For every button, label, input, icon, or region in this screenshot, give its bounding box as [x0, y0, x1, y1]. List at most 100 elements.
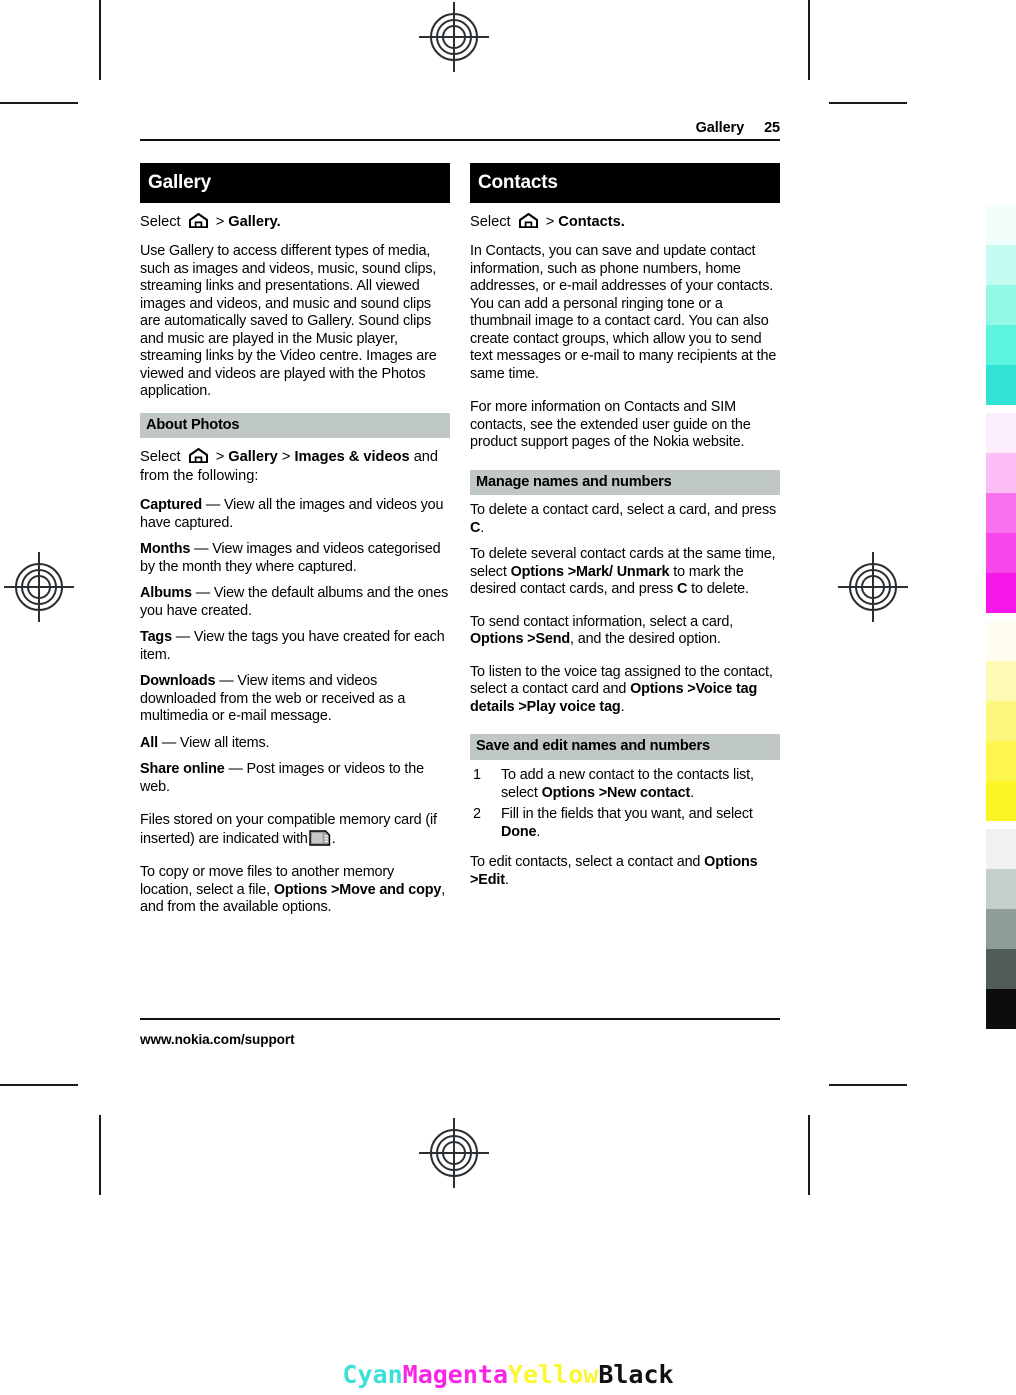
definition-dash: — — [228, 761, 243, 778]
chapter-heading-gallery: Gallery — [140, 163, 450, 203]
color-swatch-black-1 — [986, 829, 1016, 869]
mark-unmark-label: Mark/ Unmark — [576, 563, 670, 580]
about-photos-path: Select > Gallery > Images & videos and f… — [140, 448, 450, 485]
step-number: 2 — [473, 806, 481, 823]
step-number: 1 — [473, 767, 481, 784]
color-swatch-yellow-4 — [986, 741, 1016, 781]
crop-mark-bottom-left-vertical — [99, 1115, 101, 1195]
color-swatch-cyan-2 — [986, 245, 1016, 285]
page-number: 25 — [764, 120, 780, 136]
path-separator-2: > — [281, 449, 291, 466]
select-target-gallery: Gallery. — [228, 214, 281, 230]
photos-view-definitions: Captured — View all the images and video… — [140, 497, 450, 796]
crop-mark-top-right-vertical — [808, 0, 810, 80]
contacts-more-info: For more information on Contacts and SIM… — [470, 399, 751, 451]
color-swatch-black-5 — [986, 989, 1016, 1029]
color-strip-yellow — [986, 621, 1016, 821]
contacts-select-path: Select > Contacts. — [470, 213, 780, 231]
select-label: Select — [140, 214, 181, 230]
options-menu-label: Options — [630, 681, 684, 698]
definition-item: Months — View images and videos categori… — [140, 541, 450, 576]
home-icon — [188, 213, 209, 228]
definition-dash: — — [205, 497, 221, 514]
edit-text-d: . — [504, 871, 509, 888]
list-item: 1 To add a new contact to the contacts l… — [470, 767, 780, 802]
definition-term: Albums — [140, 585, 192, 602]
definition-text: View all items. — [179, 734, 270, 751]
select-label: Select — [140, 449, 181, 466]
save-edit-steps: 1 To add a new contact to the contacts l… — [470, 767, 780, 841]
select-label: Select — [470, 214, 511, 230]
color-swatch-magenta-3 — [986, 493, 1016, 533]
send-text-a: To send contact information, select a ca… — [470, 613, 734, 630]
options-menu-label: Options — [273, 881, 328, 898]
list-item: 2 Fill in the fields that you want, and … — [470, 806, 780, 841]
new-contact-label: New contact — [607, 784, 691, 801]
options-menu-label: Options — [541, 784, 595, 801]
play-voice-tag-label: Play voice tag — [526, 698, 621, 715]
color-swatch-cyan-5 — [986, 365, 1016, 405]
section-heading-save-edit-names: Save and edit names and numbers — [470, 734, 780, 761]
path-separator-2: > — [518, 698, 527, 715]
home-icon — [518, 213, 539, 228]
done-label: Done — [501, 823, 537, 840]
edit-contacts-note: To edit contacts, select a contact and O… — [470, 854, 780, 889]
color-swatch-yellow-5 — [986, 781, 1016, 821]
move-and-copy-label: Move and copy — [339, 881, 442, 898]
memory-card-note-period: . — [331, 830, 336, 847]
definition-dash: — — [175, 629, 191, 646]
cmyk-label-cyan: Cyan — [342, 1360, 403, 1389]
cmyk-legend: CyanMagentaYellowBlack — [0, 1360, 1016, 1389]
color-swatch-magenta-5 — [986, 573, 1016, 613]
memory-card-icon — [309, 830, 331, 846]
color-strip-black — [986, 829, 1016, 1029]
definition-dash: — — [195, 585, 210, 602]
crop-mark-top-right-horizontal — [829, 102, 907, 104]
color-swatch-black-3 — [986, 909, 1016, 949]
color-swatch-black-2 — [986, 869, 1016, 909]
options-menu-label: Options — [510, 563, 564, 580]
section-heading-manage-names: Manage names and numbers — [470, 469, 780, 496]
contacts-intro-paragraph: In Contacts, you can save and update con… — [470, 243, 777, 382]
crop-mark-bottom-right-vertical — [808, 1115, 810, 1195]
definition-item: Captured — View all the images and video… — [140, 497, 450, 532]
definition-term: Downloads — [140, 673, 216, 690]
path-separator: > — [598, 784, 607, 801]
edit-text-a: To edit contacts, select a contact and — [470, 854, 701, 871]
options-menu-label: Options — [470, 631, 524, 648]
cmyk-label-yellow: Yellow — [508, 1360, 599, 1389]
header-divider — [140, 139, 780, 141]
path-part-images-videos: Images & videos — [294, 449, 410, 466]
registration-mark-top — [419, 2, 489, 72]
color-swatch-cyan-1 — [986, 205, 1016, 245]
delete-contact-note: To delete a contact card, select a card,… — [470, 502, 780, 537]
delete-several-note: To delete several contact cards at the s… — [470, 546, 780, 599]
definition-item: All — View all items. — [140, 735, 450, 753]
voice-tag-note: To listen to the voice tag assigned to t… — [470, 664, 780, 717]
page-header-title: Gallery — [695, 120, 745, 136]
path-separator: > — [545, 214, 555, 230]
definition-term: Captured — [140, 497, 202, 514]
gallery-intro-paragraph: Use Gallery to access different types of… — [140, 243, 437, 400]
color-swatch-magenta-1 — [986, 413, 1016, 453]
move-copy-note: To copy or move files to another memory … — [140, 864, 450, 917]
section-heading-about-photos: About Photos — [140, 412, 450, 439]
page-header: Gallery 25 — [140, 120, 781, 139]
color-swatch-black-4 — [986, 949, 1016, 989]
send-text-d: , and the desired option. — [570, 631, 721, 648]
path-part-gallery: Gallery — [228, 449, 278, 466]
color-swatch-cyan-4 — [986, 325, 1016, 365]
path-separator: > — [567, 563, 576, 580]
delete-text-a: To delete a contact card, select a card,… — [470, 502, 777, 519]
home-icon — [188, 448, 209, 464]
definition-term: Months — [140, 541, 191, 558]
definition-term: All — [140, 734, 158, 751]
definition-item: Share online — Post images or videos to … — [140, 761, 450, 796]
left-column: Gallery Select > Gallery. Use Gallery to… — [140, 163, 450, 929]
definition-item: Tags — View the tags you have created fo… — [140, 629, 450, 664]
edit-label: Edit — [478, 871, 505, 888]
select-target-contacts: Contacts. — [558, 214, 625, 230]
crop-mark-bottom-left-horizontal — [0, 1084, 78, 1086]
page-footer: www.nokia.com/support — [140, 1018, 780, 1047]
definition-term: Tags — [140, 629, 172, 646]
